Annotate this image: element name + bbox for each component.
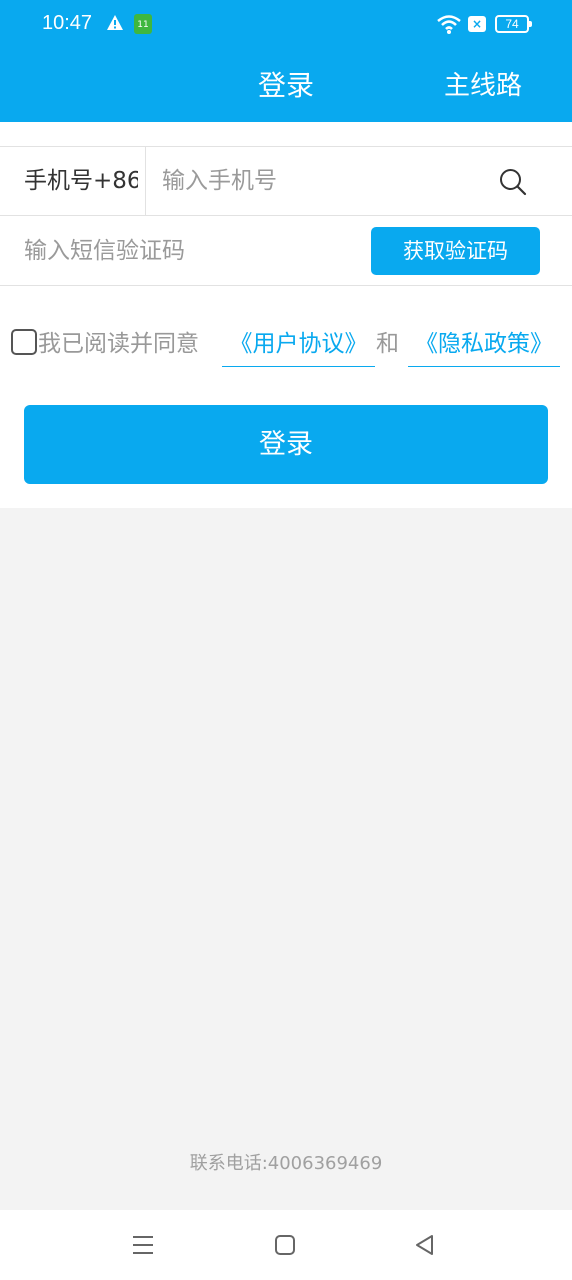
route-switch-button[interactable]: 主线路 bbox=[444, 66, 522, 106]
agreement-checkbox[interactable] bbox=[11, 329, 37, 355]
login-button[interactable]: 登录 bbox=[24, 405, 548, 484]
get-code-button[interactable]: 获取验证码 bbox=[371, 227, 540, 275]
system-nav-bar bbox=[0, 1210, 572, 1280]
home-icon[interactable] bbox=[272, 1232, 298, 1258]
app-notification-icon: 11 bbox=[134, 14, 152, 34]
phone-input[interactable] bbox=[162, 157, 482, 205]
divider bbox=[145, 147, 146, 215]
search-icon[interactable] bbox=[498, 167, 528, 197]
agreement-text: 我已阅读并同意 bbox=[38, 331, 199, 357]
user-agreement-link[interactable]: 《用户协议》 bbox=[222, 322, 375, 367]
wifi-icon bbox=[437, 15, 461, 34]
phone-row: 手机号+86 bbox=[0, 147, 572, 216]
form-spacer bbox=[0, 122, 572, 147]
warning-icon bbox=[107, 15, 123, 30]
no-sim-icon: × bbox=[468, 16, 486, 32]
battery-icon: 74 bbox=[495, 15, 532, 33]
app-header: 10:47 11 × 74 登录 主线路 bbox=[0, 0, 572, 122]
phone-prefix-label[interactable]: 手机号+86 bbox=[24, 147, 138, 215]
sms-code-row: 获取验证码 bbox=[0, 216, 572, 286]
agreement-and-text: 和 bbox=[376, 331, 399, 357]
menu-icon[interactable] bbox=[130, 1232, 156, 1258]
contact-phone: 联系电话:4006369469 bbox=[189, 1153, 383, 1174]
back-icon[interactable] bbox=[412, 1232, 438, 1258]
status-time: 10:47 bbox=[42, 12, 93, 34]
login-form: 手机号+86 获取验证码 我已阅读并同意 《用户协议》 和 《隐私政策》 登录 bbox=[0, 122, 572, 508]
privacy-policy-link[interactable]: 《隐私政策》 bbox=[408, 322, 560, 367]
agreement-row: 我已阅读并同意 《用户协议》 和 《隐私政策》 bbox=[0, 322, 572, 368]
sms-code-input[interactable] bbox=[24, 227, 344, 275]
